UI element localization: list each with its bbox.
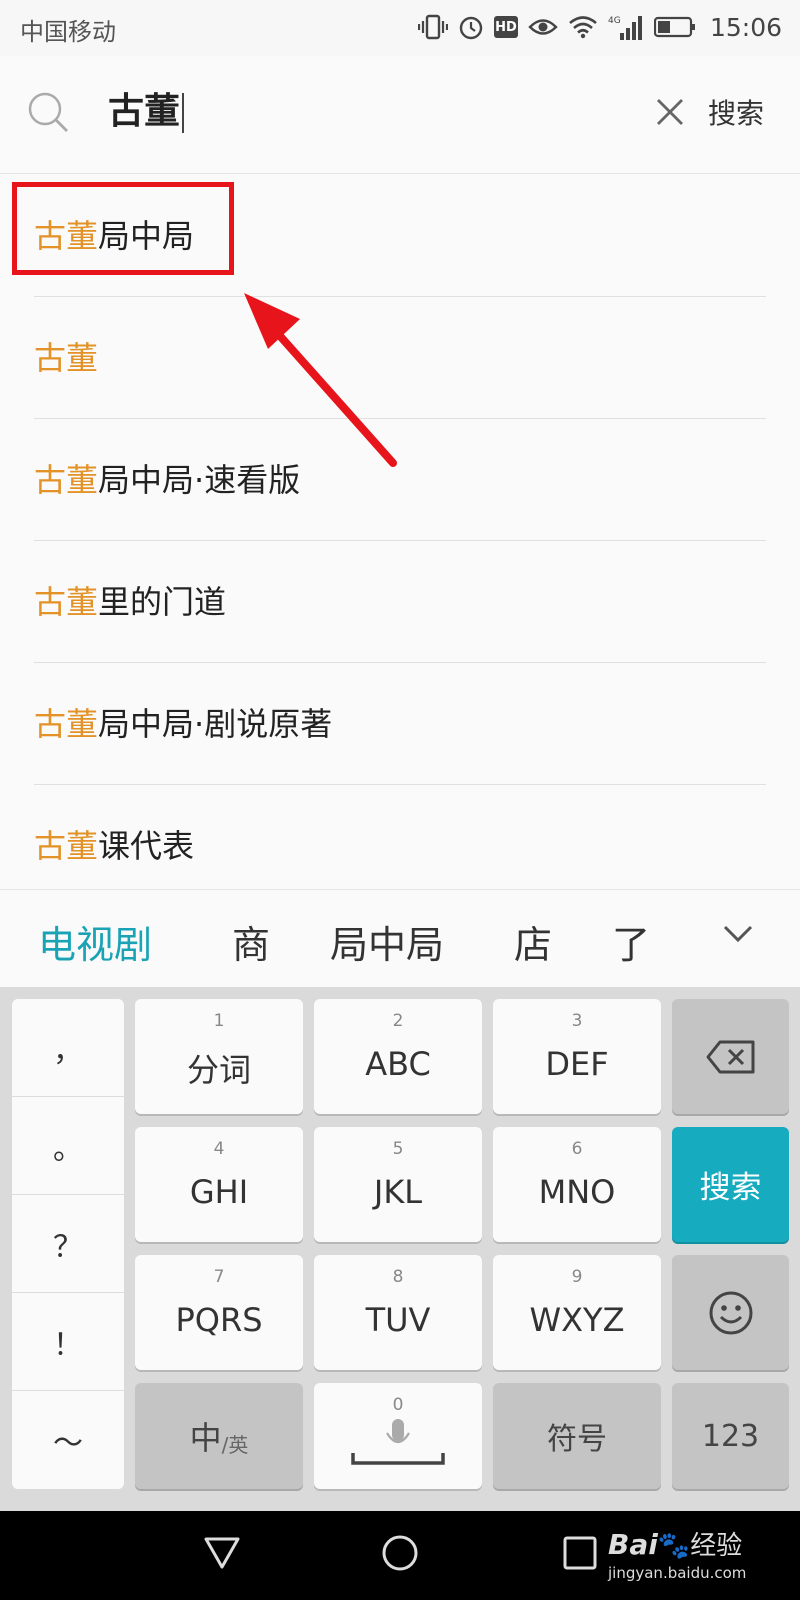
- key-number: 0: [392, 1395, 404, 1415]
- candidate-word[interactable]: 局中局: [330, 914, 444, 969]
- numbers-key-label: 123: [701, 1418, 760, 1454]
- key-number: 5: [392, 1139, 404, 1159]
- key-number: 1: [213, 1011, 225, 1031]
- language-switch-key[interactable]: 中/英: [135, 1383, 303, 1489]
- search-bar: 古董 搜索: [0, 56, 800, 174]
- punctuation-key[interactable]: ？: [12, 1195, 124, 1293]
- search-key[interactable]: 搜索: [672, 1127, 789, 1242]
- suggestion-match: 古董: [34, 827, 99, 865]
- suggestion-rest: 局中局·剧说原著: [98, 705, 333, 743]
- watermark: Bai🐾经验 jingyan.baidu.com: [608, 1525, 746, 1582]
- language-sub-label: /英: [221, 1432, 249, 1457]
- punctuation-column: ， 。 ？ ！ ～: [12, 999, 124, 1489]
- suggestion-match: 古董: [34, 705, 99, 743]
- text-cursor: [182, 93, 185, 133]
- back-icon[interactable]: [202, 1533, 242, 1573]
- key-number: 8: [392, 1267, 404, 1287]
- clock: 15:06: [709, 12, 782, 42]
- network-type: 4G: [608, 16, 621, 26]
- paw-icon: 🐾: [657, 1531, 691, 1561]
- status-bar: 中国移动 HD 4G 15:06: [0, 0, 800, 56]
- carrier-name: 中国移动: [20, 18, 116, 46]
- key-number: 4: [213, 1139, 225, 1159]
- punctuation-key[interactable]: ！: [12, 1293, 124, 1391]
- ime-keyboard: ， 。 ？ ！ ～ 1 分词 2 ABC 3 DEF 4 GHI 5 JKL 6…: [0, 987, 800, 1511]
- symbols-key-label: 符号: [547, 1422, 607, 1457]
- status-icons: HD 4G 15:06: [417, 10, 782, 44]
- suggestion-match: 古董: [34, 339, 99, 377]
- key-number: 9: [571, 1267, 583, 1287]
- key-label: MNO: [538, 1173, 616, 1211]
- key-1[interactable]: 1 分词: [135, 999, 303, 1114]
- symbols-key[interactable]: 符号: [493, 1383, 661, 1489]
- key-label: 分词: [186, 1051, 251, 1089]
- eye-icon: [528, 19, 558, 35]
- watermark-brand-cn: 经验: [690, 1531, 743, 1561]
- key-label: PQRS: [175, 1301, 263, 1339]
- key-label: DEF: [545, 1045, 609, 1083]
- key-2[interactable]: 2 ABC: [314, 999, 482, 1114]
- key-number: 2: [392, 1011, 404, 1031]
- recents-icon[interactable]: [560, 1533, 600, 1573]
- punctuation-key[interactable]: ，: [12, 999, 124, 1097]
- key-3[interactable]: 3 DEF: [493, 999, 661, 1114]
- chevron-down-icon[interactable]: [722, 924, 754, 944]
- key-label: WXYZ: [529, 1301, 625, 1339]
- key-7[interactable]: 7 PQRS: [135, 1255, 303, 1370]
- suggestion-rest: 课代表: [98, 827, 195, 865]
- key-label: JKL: [373, 1173, 423, 1211]
- backspace-button[interactable]: [672, 999, 789, 1114]
- search-key-label: 搜索: [699, 1170, 762, 1206]
- search-button[interactable]: 搜索: [708, 92, 764, 132]
- suggestion-item[interactable]: 古董局中局·剧说原著: [0, 663, 800, 785]
- space-key[interactable]: 0: [314, 1383, 482, 1489]
- punctuation-key[interactable]: 。: [12, 1097, 124, 1195]
- key-8[interactable]: 8 TUV: [314, 1255, 482, 1370]
- hd-icon: HD: [493, 16, 518, 38]
- candidate-word[interactable]: 店: [514, 914, 552, 969]
- watermark-url: jingyan.baidu.com: [608, 1564, 747, 1582]
- wifi-icon: [569, 16, 597, 39]
- punctuation-key[interactable]: ～: [12, 1391, 124, 1489]
- microphone-icon: [351, 1419, 445, 1465]
- vibrate-icon: [417, 14, 448, 40]
- smiley-icon: [709, 1291, 752, 1334]
- key-label: TUV: [365, 1301, 431, 1339]
- candidate-word[interactable]: 了: [612, 914, 650, 969]
- key-4[interactable]: 4 GHI: [135, 1127, 303, 1242]
- battery-icon: [653, 16, 695, 38]
- home-icon[interactable]: [380, 1533, 420, 1573]
- key-label: ABC: [365, 1045, 431, 1083]
- key-5[interactable]: 5 JKL: [314, 1127, 482, 1242]
- emoji-button[interactable]: [672, 1255, 789, 1370]
- key-number: 3: [571, 1011, 583, 1031]
- candidate-word[interactable]: 商: [232, 914, 270, 969]
- annotation-arrow-icon: [244, 293, 397, 467]
- numbers-key[interactable]: 123: [672, 1383, 789, 1489]
- suggestion-item[interactable]: 古董里的门道: [0, 541, 800, 663]
- backspace-icon: [706, 1040, 754, 1073]
- search-input[interactable]: 古董: [108, 88, 185, 136]
- suggestion-match: 古董: [34, 583, 99, 621]
- key-number: 7: [213, 1267, 225, 1287]
- ime-candidate-bar: 电视剧 商 局中局 店 了: [0, 889, 800, 987]
- signal-icon: 4G: [608, 16, 642, 40]
- clear-icon[interactable]: [652, 94, 688, 130]
- candidate-word[interactable]: 电视剧: [38, 914, 152, 969]
- search-query-text: 古董: [108, 91, 181, 132]
- suggestion-rest: 里的门道: [98, 583, 227, 621]
- language-main-label: 中: [189, 1419, 222, 1457]
- annotation-highlight-box: [12, 182, 234, 275]
- key-6[interactable]: 6 MNO: [493, 1127, 661, 1242]
- suggestion-match: 古董: [34, 461, 99, 499]
- key-label: GHI: [189, 1173, 249, 1211]
- search-icon: [28, 92, 68, 132]
- key-9[interactable]: 9 WXYZ: [493, 1255, 661, 1370]
- navigation-bar: Bai🐾经验 jingyan.baidu.com: [0, 1511, 800, 1600]
- key-number: 6: [571, 1139, 583, 1159]
- alarm-icon: [459, 16, 483, 40]
- watermark-brand: Bai: [608, 1528, 658, 1561]
